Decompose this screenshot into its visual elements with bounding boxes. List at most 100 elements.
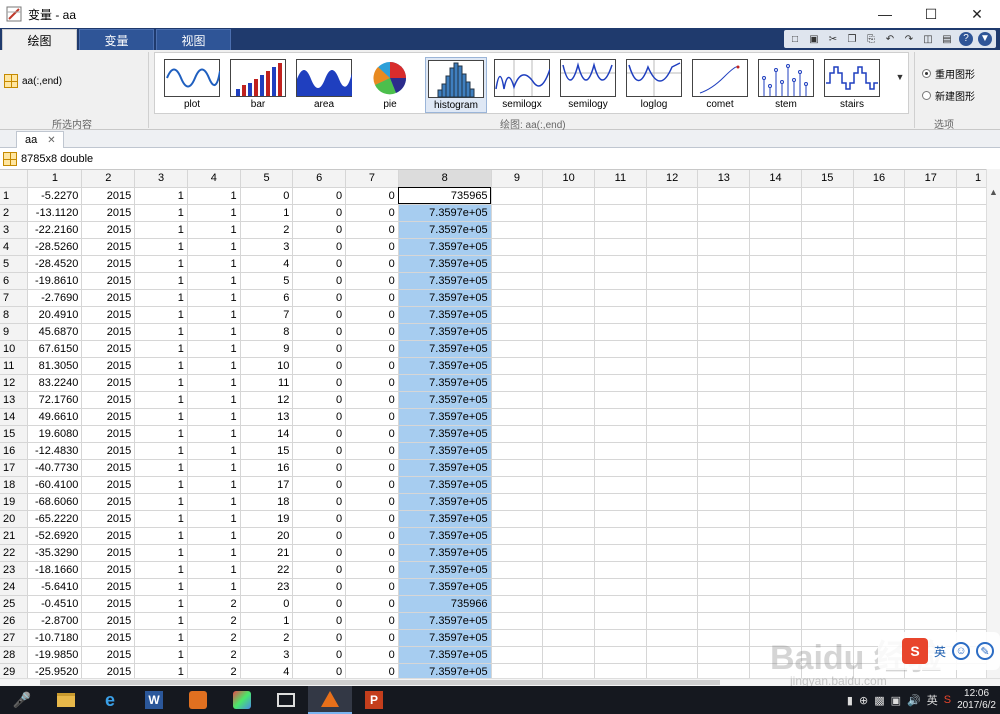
vertical-scrollbar[interactable]: ▲ <box>986 169 1000 678</box>
table-cell[interactable] <box>853 442 906 460</box>
table-cell[interactable]: -0.4510 <box>27 595 83 613</box>
table-cell[interactable]: 7.3597e+05 <box>398 459 492 477</box>
table-cell[interactable] <box>853 204 906 222</box>
table-cell[interactable]: 2015 <box>81 289 136 307</box>
table-cell[interactable]: 2015 <box>81 238 136 256</box>
table-cell[interactable] <box>542 374 595 392</box>
table-cell[interactable] <box>697 561 751 579</box>
table-cell[interactable]: 2015 <box>81 646 136 664</box>
table-cell[interactable] <box>491 204 544 222</box>
table-cell[interactable]: 10 <box>240 357 294 375</box>
table-cell[interactable] <box>749 561 802 579</box>
table-cell[interactable] <box>491 510 544 528</box>
table-cell[interactable] <box>904 323 958 341</box>
table-cell[interactable] <box>801 476 854 494</box>
table-cell[interactable]: 0 <box>345 221 399 239</box>
plot-gallery-item[interactable]: bar <box>227 57 289 113</box>
word-icon[interactable]: W <box>132 686 176 714</box>
table-cell[interactable]: 1 <box>134 272 188 290</box>
table-cell[interactable]: 1 <box>187 561 241 579</box>
table-cell[interactable]: 0 <box>292 204 347 222</box>
table-cell[interactable] <box>697 612 751 630</box>
table-cell[interactable] <box>542 459 595 477</box>
doc-tab-aa[interactable]: aa ✕ <box>16 131 64 148</box>
window-layout-icon[interactable]: ▤ <box>938 30 956 48</box>
table-cell[interactable]: 0 <box>292 425 347 443</box>
table-cell[interactable] <box>542 357 595 375</box>
table-cell[interactable]: 0 <box>345 306 399 324</box>
table-cell[interactable] <box>904 476 958 494</box>
table-cell[interactable] <box>594 442 647 460</box>
corner-cell[interactable] <box>0 170 29 188</box>
table-cell[interactable]: 20 <box>240 527 294 545</box>
radio-selected[interactable] <box>922 69 931 78</box>
table-cell[interactable] <box>491 629 544 647</box>
table-cell[interactable]: 49.6610 <box>27 408 83 426</box>
table-cell[interactable]: 7.3597e+05 <box>398 425 492 443</box>
table-cell[interactable]: 1 <box>187 306 241 324</box>
table-cell[interactable] <box>801 255 854 273</box>
table-cell[interactable]: 0 <box>292 255 347 273</box>
column-header[interactable]: 15 <box>801 170 854 188</box>
row-header[interactable]: 2 <box>0 204 29 222</box>
table-cell[interactable] <box>491 357 544 375</box>
table-cell[interactable]: 0 <box>292 459 347 477</box>
table-cell[interactable]: 2015 <box>81 459 136 477</box>
column-header[interactable]: 3 <box>134 170 188 188</box>
table-cell[interactable] <box>491 306 544 324</box>
scrollbar-thumb[interactable] <box>40 680 720 685</box>
table-cell[interactable]: 19.6080 <box>27 425 83 443</box>
table-cell[interactable] <box>853 459 906 477</box>
row-header[interactable]: 3 <box>0 221 29 239</box>
table-cell[interactable] <box>801 527 854 545</box>
table-cell[interactable] <box>904 391 958 409</box>
table-cell[interactable]: 0 <box>345 272 399 290</box>
table-cell[interactable] <box>853 323 906 341</box>
table-cell[interactable] <box>853 425 906 443</box>
table-cell[interactable] <box>646 595 699 613</box>
table-cell[interactable] <box>594 391 647 409</box>
table-cell[interactable] <box>749 221 802 239</box>
table-cell[interactable] <box>491 289 544 307</box>
table-cell[interactable] <box>801 561 854 579</box>
table-cell[interactable]: 2015 <box>81 510 136 528</box>
table-cell[interactable] <box>749 204 802 222</box>
table-cell[interactable] <box>491 595 544 613</box>
table-cell[interactable] <box>697 493 751 511</box>
table-cell[interactable] <box>801 425 854 443</box>
table-cell[interactable] <box>749 527 802 545</box>
table-cell[interactable] <box>646 408 699 426</box>
table-cell[interactable]: 1 <box>134 612 188 630</box>
row-header[interactable]: 19 <box>0 493 29 511</box>
table-cell[interactable]: 0 <box>345 629 399 647</box>
table-cell[interactable]: -28.5260 <box>27 238 83 256</box>
add-icon[interactable]: ⊕ <box>859 694 868 707</box>
table-cell[interactable] <box>542 289 595 307</box>
sogou-icon[interactable]: S <box>944 694 951 706</box>
table-cell[interactable]: 1 <box>187 204 241 222</box>
row-header[interactable]: 14 <box>0 408 29 426</box>
table-cell[interactable] <box>749 595 802 613</box>
table-cell[interactable] <box>749 476 802 494</box>
table-cell[interactable]: 1 <box>134 408 188 426</box>
table-cell[interactable]: 0 <box>345 493 399 511</box>
table-cell[interactable]: 20.4910 <box>27 306 83 324</box>
table-cell[interactable] <box>697 425 751 443</box>
table-cell[interactable]: 1 <box>134 357 188 375</box>
table-cell[interactable] <box>904 306 958 324</box>
table-cell[interactable]: 1 <box>134 595 188 613</box>
table-cell[interactable] <box>542 663 595 678</box>
table-cell[interactable]: 0 <box>292 408 347 426</box>
column-header[interactable]: 5 <box>240 170 294 188</box>
table-cell[interactable]: 2015 <box>81 561 136 579</box>
row-header[interactable]: 29 <box>0 663 29 678</box>
table-cell[interactable] <box>542 306 595 324</box>
table-cell[interactable] <box>594 340 647 358</box>
table-cell[interactable] <box>904 238 958 256</box>
table-cell[interactable]: 1 <box>187 476 241 494</box>
table-cell[interactable] <box>749 306 802 324</box>
table-cell[interactable]: 1 <box>134 442 188 460</box>
table-cell[interactable] <box>646 289 699 307</box>
table-cell[interactable] <box>697 442 751 460</box>
table-cell[interactable] <box>904 255 958 273</box>
